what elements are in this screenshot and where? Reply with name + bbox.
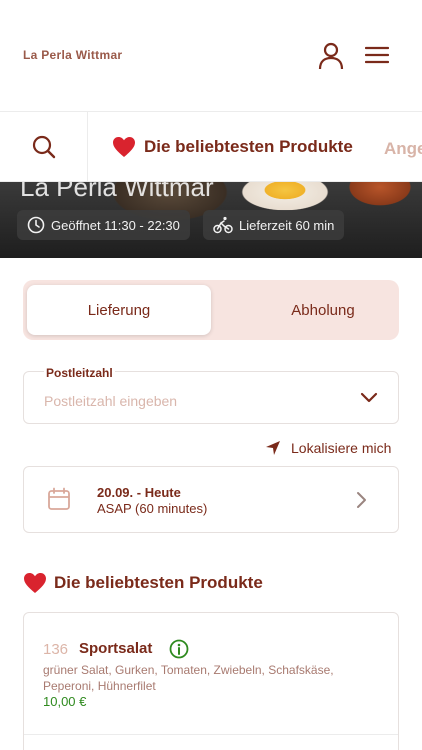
product-card[interactable]: 136 Sportsalat grüner Salat, Gurken, Tom… bbox=[23, 612, 399, 750]
product-description: grüner Salat, Gurken, Tomaten, Zwiebeln,… bbox=[43, 663, 334, 693]
navigation-arrow-icon bbox=[266, 441, 280, 455]
heart-icon bbox=[24, 573, 46, 593]
search-icon bbox=[32, 135, 55, 159]
category-tab-offers[interactable]: Angebote bbox=[384, 139, 422, 159]
brand-name[interactable]: La Perla Wittmar bbox=[23, 48, 122, 62]
search-button[interactable] bbox=[0, 112, 88, 181]
delivery-time-selector[interactable]: 20.09. - Heute ASAP (60 minutes) bbox=[23, 466, 399, 533]
calendar-icon bbox=[48, 487, 70, 510]
order-mode-toggle: Lieferung Abholung bbox=[23, 280, 399, 340]
locate-me-label: Lokalisiere mich bbox=[291, 440, 392, 456]
delivery-time-badge: Lieferzeit 60 min bbox=[203, 210, 345, 240]
postcode-select[interactable]: Postleitzahl Postleitzahl eingeben bbox=[23, 366, 399, 424]
product-price: 10,00 € bbox=[43, 694, 87, 709]
opening-hours-badge: Geöffnet 11:30 - 22:30 bbox=[17, 210, 190, 240]
category-tab-popular[interactable]: Die beliebtesten Produkte bbox=[112, 136, 353, 158]
chevron-right-icon bbox=[357, 492, 366, 508]
heart-icon bbox=[113, 137, 135, 157]
product-name: Sportsalat bbox=[79, 640, 153, 657]
selected-date: 20.09. - Heute bbox=[97, 485, 181, 500]
selected-time: ASAP (60 minutes) bbox=[97, 501, 208, 516]
pickup-option[interactable]: Abholung bbox=[231, 285, 415, 335]
section-heading-popular: Die beliebtesten Produkte bbox=[23, 572, 263, 594]
opening-hours-text: Geöffnet 11:30 - 22:30 bbox=[51, 217, 180, 233]
bike-icon bbox=[213, 216, 233, 234]
product-number: 136 bbox=[43, 641, 69, 658]
category-tab-label: Die beliebtesten Produkte bbox=[144, 137, 353, 156]
clock-icon bbox=[27, 216, 45, 234]
chevron-down-icon[interactable] bbox=[360, 392, 378, 404]
postcode-placeholder: Postleitzahl eingeben bbox=[44, 393, 178, 409]
product-divider bbox=[24, 734, 398, 735]
user-icon[interactable] bbox=[318, 42, 344, 70]
menu-icon[interactable] bbox=[365, 45, 389, 65]
hero-title: La Perla Wittmar bbox=[20, 182, 214, 202]
category-bar: Die beliebtesten Produkte Angebote bbox=[0, 112, 422, 182]
locate-me-button[interactable]: Lokalisiere mich bbox=[265, 440, 391, 456]
section-heading-text: Die beliebtesten Produkte bbox=[54, 573, 263, 592]
postcode-label: Postleitzahl bbox=[44, 366, 115, 380]
app-header: La Perla Wittmar bbox=[0, 0, 422, 112]
delivery-time-text: Lieferzeit 60 min bbox=[239, 217, 335, 233]
info-icon[interactable] bbox=[169, 639, 189, 659]
delivery-option[interactable]: Lieferung bbox=[27, 285, 211, 335]
